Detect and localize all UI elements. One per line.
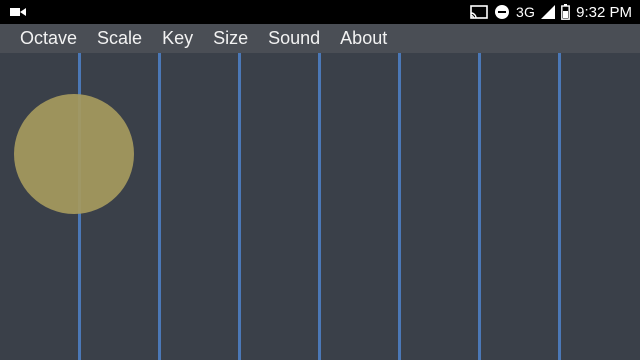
cast-icon [470, 5, 488, 19]
key-line-6 [478, 53, 481, 360]
key-line-5 [398, 53, 401, 360]
menu-scale[interactable]: Scale [97, 24, 142, 53]
key-line-3 [238, 53, 241, 360]
battery-icon [561, 4, 571, 20]
key-line-2 [158, 53, 161, 360]
menu-key[interactable]: Key [162, 24, 193, 53]
note-board[interactable] [0, 53, 640, 360]
do-not-disturb-icon [495, 5, 510, 19]
key-line-4 [318, 53, 321, 360]
menu-bar: Octave Scale Key Size Sound About [0, 24, 640, 53]
key-line-7 [558, 53, 561, 360]
video-camera-icon [10, 8, 26, 16]
status-bar: 3G 9:32 PM [0, 0, 640, 24]
touch-indicator [14, 94, 134, 214]
menu-sound[interactable]: Sound [268, 24, 320, 53]
status-icons: 3G 9:32 PM [470, 0, 632, 24]
menu-about[interactable]: About [340, 24, 387, 53]
cell-signal-icon [541, 5, 556, 19]
network-type: 3G [516, 4, 536, 20]
status-time: 9:32 PM [576, 3, 632, 21]
menu-size[interactable]: Size [213, 24, 248, 53]
menu-octave[interactable]: Octave [20, 24, 77, 53]
